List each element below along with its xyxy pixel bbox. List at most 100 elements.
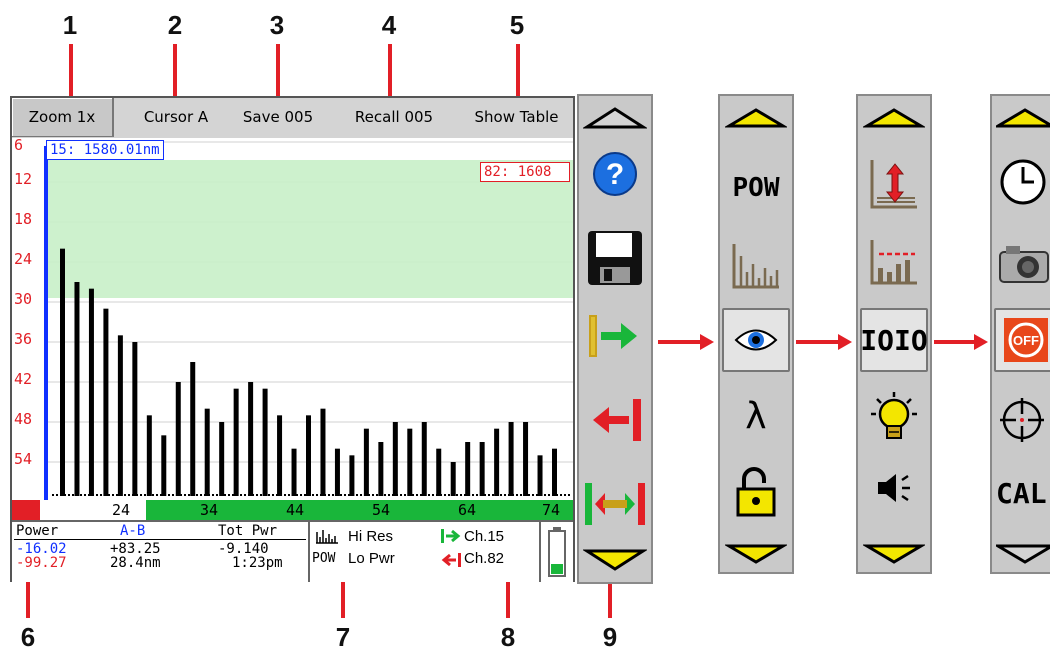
scroll-up-button[interactable] (579, 98, 651, 138)
power-off-button[interactable]: OFF (994, 308, 1050, 372)
spectrum-plot[interactable]: 6 12 18 24 30 36 42 48 54 15: 1580.01nm … (12, 136, 573, 500)
span-markers-icon (585, 483, 645, 525)
noise-floor-dot (512, 494, 514, 496)
spectrum-bar (306, 415, 311, 496)
spectrum-bar (407, 428, 413, 496)
threshold-button[interactable] (858, 232, 930, 292)
scroll-down-button[interactable] (579, 540, 651, 580)
noise-floor-dot (140, 494, 142, 496)
spectrum-bar (103, 308, 109, 496)
noise-floor-dot (268, 494, 270, 496)
clock-button[interactable] (992, 152, 1050, 212)
noise-floor-dot (488, 494, 490, 496)
panel4-down-button[interactable] (992, 536, 1050, 572)
noise-floor-dot (236, 494, 238, 496)
spectrum-bar (291, 448, 297, 496)
noise-floor-dot (152, 494, 154, 496)
noise-floor-dot (200, 494, 202, 496)
status-header-underline (14, 539, 306, 540)
pow-mode-icon: POW (312, 551, 336, 566)
threshold-bars-icon (870, 240, 917, 285)
noise-floor-dot (144, 494, 146, 496)
noise-floor-dot (352, 494, 354, 496)
speaker-button[interactable] (858, 462, 930, 514)
noise-floor-dot (564, 494, 566, 496)
wavelength-button[interactable]: λ (720, 392, 792, 440)
cursor-button[interactable]: Cursor A (124, 98, 228, 136)
crosshair-button[interactable] (992, 392, 1050, 448)
noise-floor-dot (312, 494, 314, 496)
backlight-button[interactable] (858, 386, 930, 448)
y-label-42: 42 (14, 370, 33, 388)
noise-floor-dot (128, 494, 130, 496)
tot-pwr-value: -9.140 (218, 541, 269, 557)
noise-floor-dot (264, 494, 266, 496)
y-label-54: 54 (14, 450, 33, 468)
camera-icon (999, 246, 1049, 283)
panel3-down-button[interactable] (858, 536, 930, 572)
set-span-button[interactable] (579, 472, 651, 536)
flow-arrow-3 (934, 334, 988, 350)
recall-button[interactable]: Recall 005 (338, 98, 450, 136)
lightbulb-icon (871, 392, 917, 439)
floppy-disk-icon (588, 231, 642, 285)
panel3-up-button[interactable] (858, 100, 930, 136)
vertical-scale-button[interactable] (858, 152, 930, 216)
y-label-24: 24 (14, 250, 33, 268)
menu-panel-4: OFF CAL (990, 94, 1050, 574)
noise-floor-dot (280, 494, 282, 496)
noise-floor-dot (428, 494, 430, 496)
noise-floor-dot (356, 494, 358, 496)
zoom-button[interactable]: Zoom 1x (12, 98, 114, 137)
unlock-button[interactable] (720, 464, 792, 520)
speaker-icon (878, 474, 910, 502)
noise-floor-dot (328, 494, 330, 496)
calibrate-button[interactable]: CAL (992, 468, 1050, 518)
panel4-up-button[interactable] (992, 100, 1050, 136)
show-table-button[interactable]: Show Table (460, 98, 573, 136)
main-side-panel: ? (577, 94, 653, 584)
menu-panel-2: POW λ (718, 94, 794, 574)
padlock-open-icon (736, 467, 776, 517)
noise-floor-dot (408, 494, 410, 496)
power-off-icon: OFF (1004, 318, 1048, 362)
noise-floor-dot (248, 494, 250, 496)
noise-floor-dot (552, 494, 554, 496)
noise-floor-dot (104, 494, 106, 496)
hi-res-mode-button[interactable] (720, 236, 792, 296)
noise-floor-dot (436, 494, 438, 496)
noise-floor-dot (232, 494, 234, 496)
channel-axis-start-marker (12, 500, 40, 520)
callout-2: 2 (167, 10, 183, 40)
set-start-channel-button[interactable] (579, 302, 651, 370)
flow-arrow-1 (658, 334, 714, 350)
noise-floor-dot (136, 494, 138, 496)
toolbar: Zoom 1x Cursor A Save 005 Recall 005 Sho… (12, 98, 573, 140)
save-disk-button[interactable] (579, 224, 651, 292)
noise-floor-dot (216, 494, 218, 496)
svg-text:OFF: OFF (1013, 333, 1039, 348)
view-button[interactable] (722, 308, 790, 372)
help-button[interactable]: ? (579, 144, 651, 204)
spectrum-bar (508, 422, 514, 496)
battery-icon (548, 527, 566, 577)
start-channel-value: Ch.15 (464, 528, 505, 545)
noise-floor-dot (228, 494, 230, 496)
noise-floor-dot (168, 494, 170, 496)
start-marker-icon (589, 315, 637, 357)
noise-floor-dot (252, 494, 254, 496)
camera-button[interactable] (992, 234, 1050, 294)
ioio-button[interactable]: IOIO (860, 308, 928, 372)
panel2-up-button[interactable] (720, 100, 792, 136)
spectrum-bar (74, 282, 80, 496)
spectrum-bar (88, 288, 94, 496)
spectrum-bar (248, 382, 254, 496)
set-stop-channel-button[interactable] (579, 386, 651, 454)
callout-line-1 (69, 44, 73, 100)
pow-mode-button[interactable]: POW (720, 164, 792, 212)
noise-floor-dot (560, 494, 562, 496)
spectrum-bar (277, 415, 283, 496)
save-button[interactable]: Save 005 (228, 98, 328, 136)
panel2-down-button[interactable] (720, 536, 792, 572)
clock-time: 1:23pm (232, 555, 283, 571)
